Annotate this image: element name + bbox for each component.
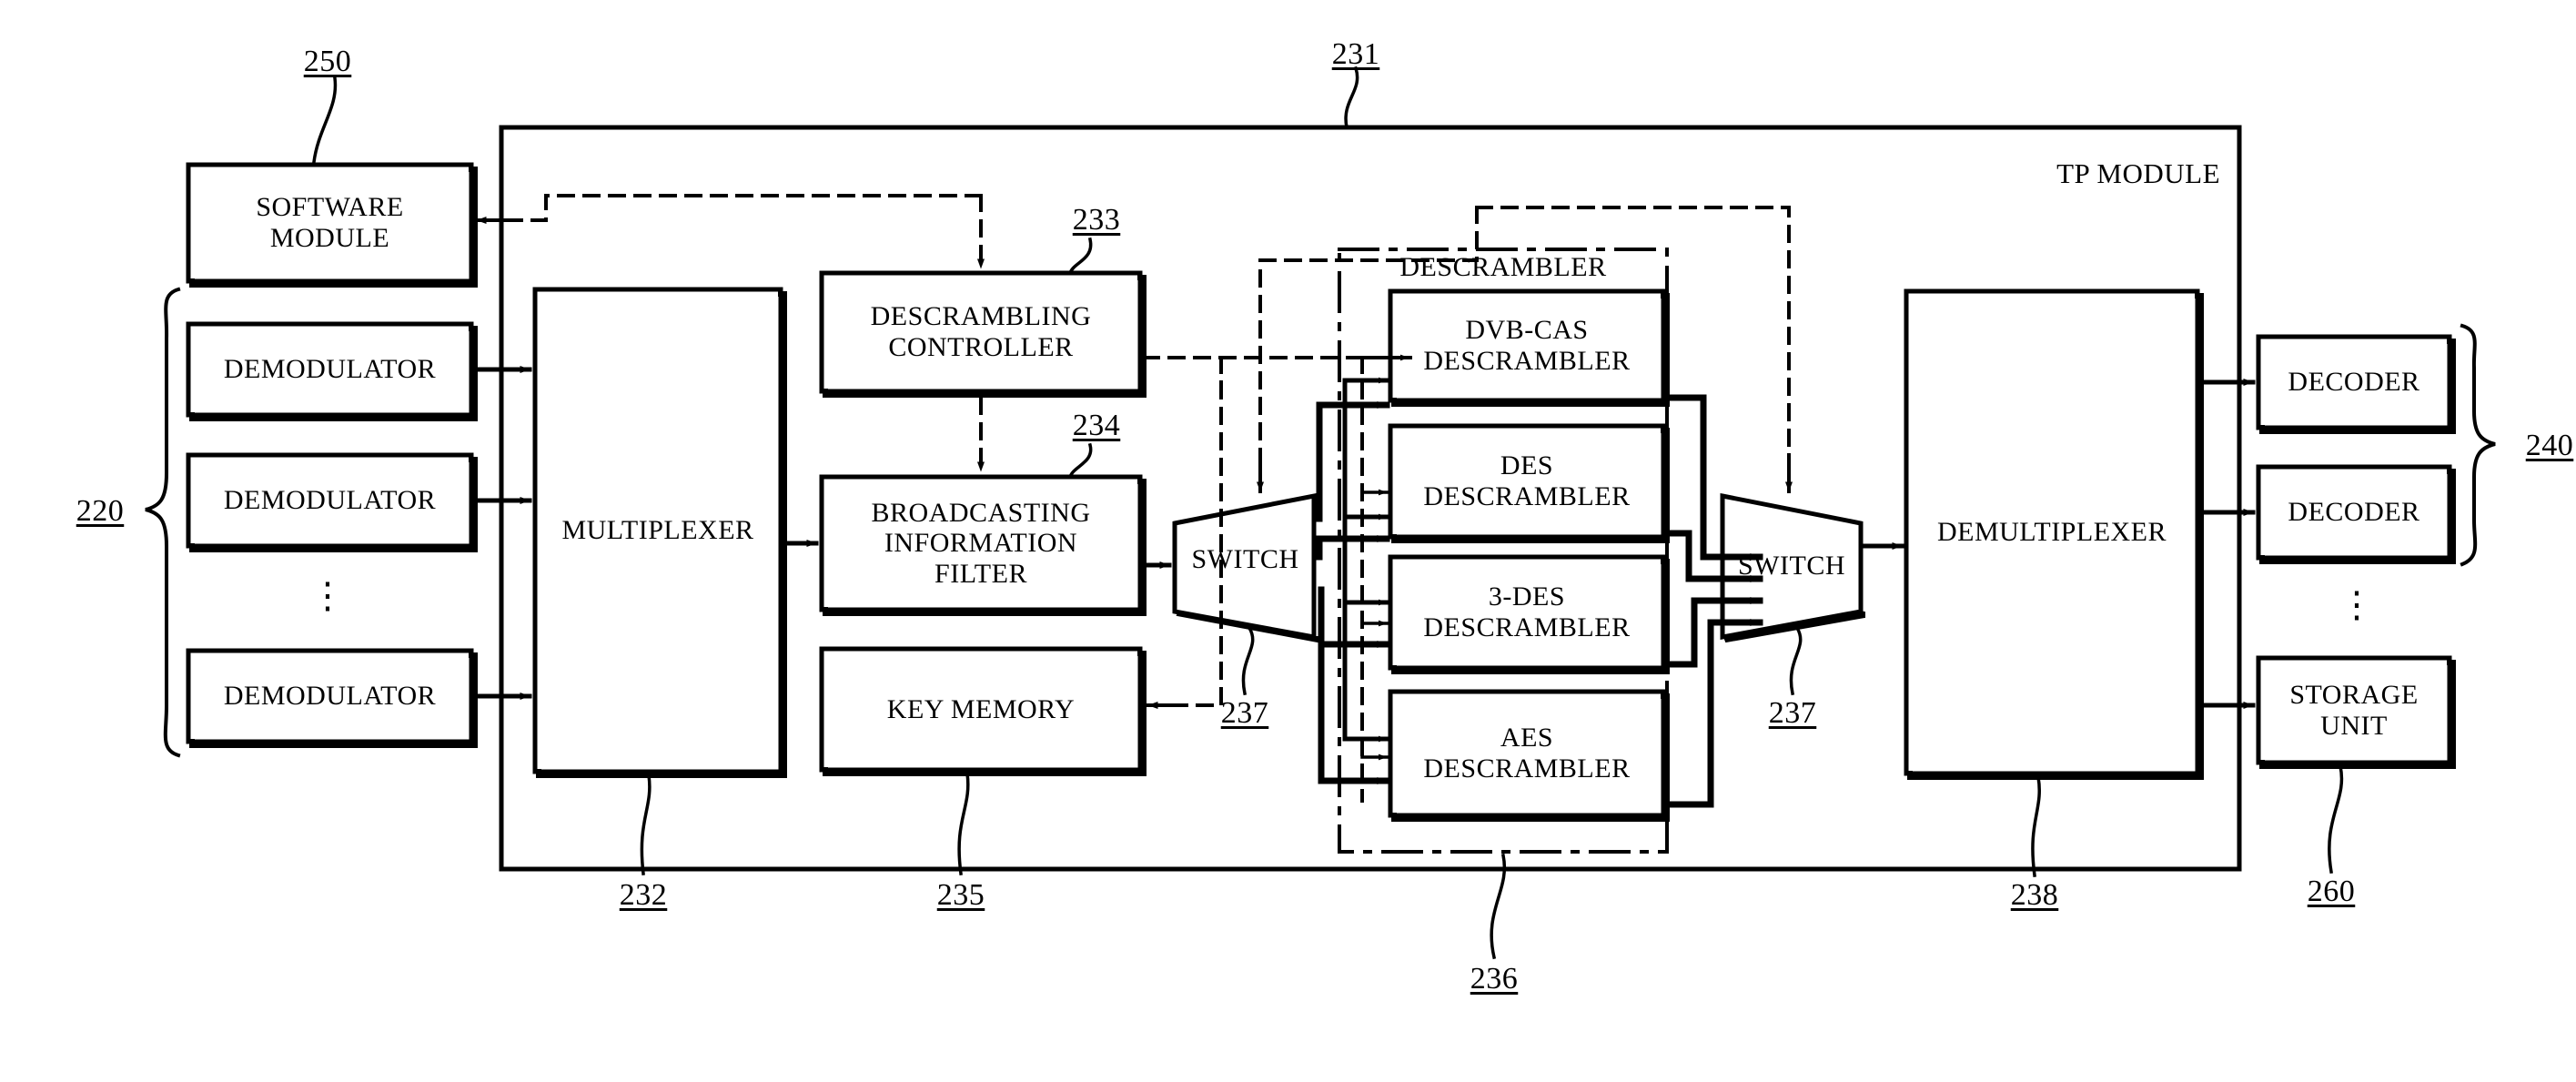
dvb-cas-label-line2: DESCRAMBLER [1423, 346, 1631, 376]
leader-233 [1067, 237, 1093, 276]
wire-descrambler-key-bus [1150, 356, 1223, 707]
multiplexer-label: MULTIPLEXER [561, 515, 754, 546]
leader-250 [312, 76, 338, 164]
refnum-250: 250 [303, 44, 352, 78]
software-module-label-line2: MODULE [269, 223, 390, 253]
descrambling-controller-label-line2: CONTROLLER [888, 332, 1074, 362]
leader-237-right [1789, 625, 1803, 696]
refnum-237-right: 237 [1768, 695, 1817, 730]
leader-260 [2328, 763, 2344, 875]
tp-module-label: TP MODULE [2056, 157, 2220, 189]
demodulator-ellipsis: ⋮ [309, 575, 346, 616]
wire-controller-to-descrambler-bus [1142, 356, 1223, 387]
des-label-line2: DESCRAMBLER [1423, 481, 1631, 511]
patent-figure: TP MODULE SOFTWARE MODULE DEMODULATOR DE… [0, 0, 2576, 1082]
leader-232 [640, 774, 652, 875]
broadcasting-filter-label-line3: FILTER [934, 558, 1027, 589]
descrambler-group-label: DESCRAMBLER [1399, 252, 1607, 283]
storage-unit-label: STORAGE UNIT [2258, 658, 2450, 763]
brace-240 [2460, 323, 2496, 567]
decoder-label-1: DECODER [2288, 367, 2420, 398]
descrambling-controller-label: DESCRAMBLING CONTROLLER [822, 273, 1140, 391]
dvb-cas-label-line1: DVB-CAS [1465, 315, 1589, 346]
demodulator-label-3: DEMODULATOR [223, 681, 437, 712]
brace-220 [145, 287, 181, 758]
triple-des-label-line2: DESCRAMBLER [1423, 612, 1631, 642]
dvb-cas-descrambler-label: DVB-CAS DESCRAMBLER [1390, 291, 1663, 400]
leader-237-left [1241, 625, 1255, 696]
leader-238 [2031, 774, 2041, 877]
aes-label-line1: AES [1500, 723, 1554, 753]
refnum-233: 233 [1072, 202, 1121, 237]
demodulator-label-1: DEMODULATOR [223, 354, 437, 385]
wire-des-out [1663, 530, 1692, 582]
demultiplexer-label: DEMULTIPLEXER [1936, 517, 2167, 548]
wire-aes-out [1663, 619, 1714, 808]
refnum-236: 236 [1470, 961, 1519, 996]
refnum-232: 232 [619, 877, 668, 912]
software-module-label: SOFTWARE MODULE [188, 165, 471, 281]
refnum-240: 240 [2525, 428, 2574, 462]
wire-controller-software [478, 194, 983, 222]
broadcasting-information-filter-label: BROADCASTING INFORMATION FILTER [822, 477, 1140, 610]
refnum-234: 234 [1072, 408, 1121, 442]
des-label-line1: DES [1500, 450, 1554, 481]
des-descrambler-label: DES DESCRAMBLER [1390, 426, 1663, 537]
wire-3des-out [1663, 597, 1698, 668]
broadcasting-filter-label-line1: BROADCASTING [871, 497, 1091, 528]
aes-descrambler-label: AES DESCRAMBLER [1390, 692, 1663, 815]
leader-234 [1067, 442, 1093, 480]
refnum-260: 260 [2307, 874, 2356, 908]
decoder-label-2: DECODER [2288, 497, 2420, 528]
refnum-238: 238 [2010, 877, 2059, 912]
leader-231 [1344, 66, 1359, 130]
refnum-220: 220 [76, 493, 125, 528]
software-module-label-line1: SOFTWARE [256, 192, 404, 223]
switch-left-label: SWITCH [1191, 544, 1299, 575]
broadcasting-filter-label-line2: INFORMATION [884, 528, 1078, 559]
triple-des-descrambler-label: 3-DES DESCRAMBLER [1390, 557, 1663, 668]
storage-unit-label-line1: STORAGE [2289, 679, 2419, 710]
leader-235 [957, 772, 970, 875]
aes-label-line2: DESCRAMBLER [1423, 753, 1631, 784]
demodulator-label-2: DEMODULATOR [223, 485, 437, 516]
refnum-237-left: 237 [1220, 695, 1269, 730]
decoder-ellipsis: ⋮ [2339, 584, 2375, 625]
refnum-231: 231 [1331, 36, 1380, 71]
triple-des-label-line1: 3-DES [1488, 581, 1566, 612]
storage-unit-label-line2: UNIT [2320, 710, 2388, 741]
descrambling-controller-label-line1: DESCRAMBLING [870, 301, 1092, 332]
switch-right-label: SWITCH [1738, 551, 1845, 581]
refnum-235: 235 [936, 877, 985, 912]
key-memory-label: KEY MEMORY [886, 693, 1076, 724]
